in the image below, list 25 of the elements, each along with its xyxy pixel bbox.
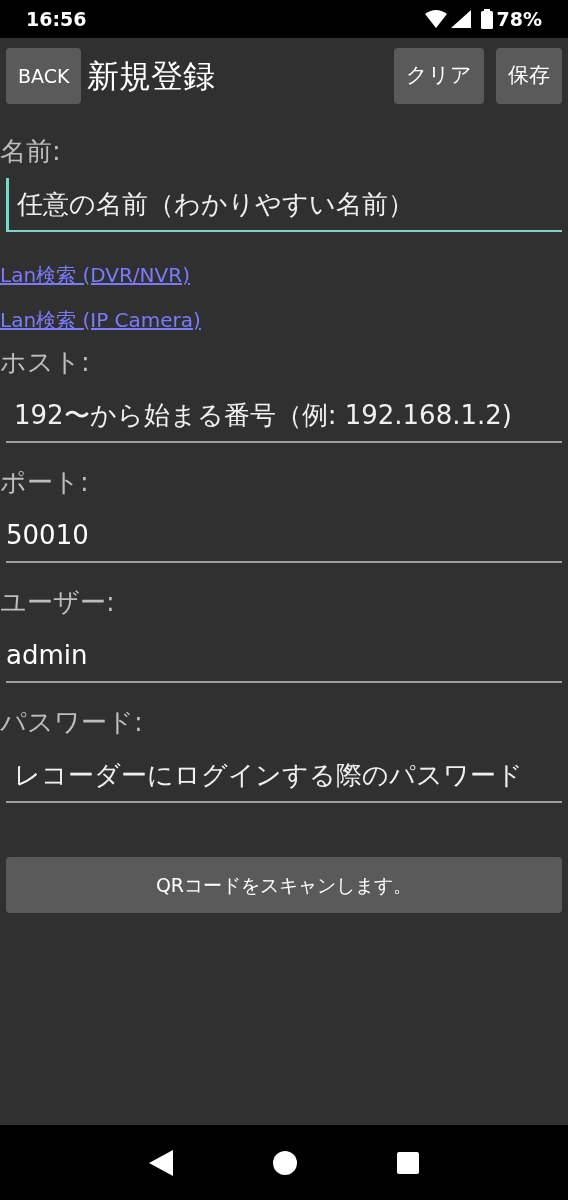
field-label: ユーザー: [0,586,115,619]
wifi-icon [424,10,447,28]
field-label: パスワード: [0,706,143,739]
battery-icon [480,9,493,29]
back-button[interactable]: BACK [6,48,82,104]
input-field[interactable]: 任意の名前（わかりやすい名前） [6,178,562,232]
signal-icon [450,10,471,28]
status-time: 16:56 [26,6,87,32]
back-icon[interactable] [149,1149,173,1176]
recents-icon[interactable] [397,1151,419,1174]
screen-title: 新規登録 [87,56,216,97]
scan-qr-button[interactable]: QRコードをスキャンします。 [6,857,562,913]
toolbar-button[interactable]: クリア [394,48,484,104]
toolbar-button[interactable]: 保存 [496,48,562,104]
battery-percent: 78% [496,6,542,32]
field-label: ホスト: [0,346,90,379]
lan-search-link[interactable]: Lan検索 (IP Camera) [0,305,201,335]
field-label: 名前: [0,135,61,168]
input-field[interactable]: admin [6,629,562,683]
field-label: ポート: [0,466,89,499]
lan-search-link[interactable]: Lan検索 (DVR/NVR) [0,260,190,290]
input-field[interactable]: 192〜から始まる番号（例: 192.168.1.2) [6,389,562,443]
input-field[interactable]: レコーダーにログインする際のパスワード [6,749,562,803]
home-icon[interactable] [273,1150,297,1175]
input-field[interactable]: 50010 [6,509,562,563]
